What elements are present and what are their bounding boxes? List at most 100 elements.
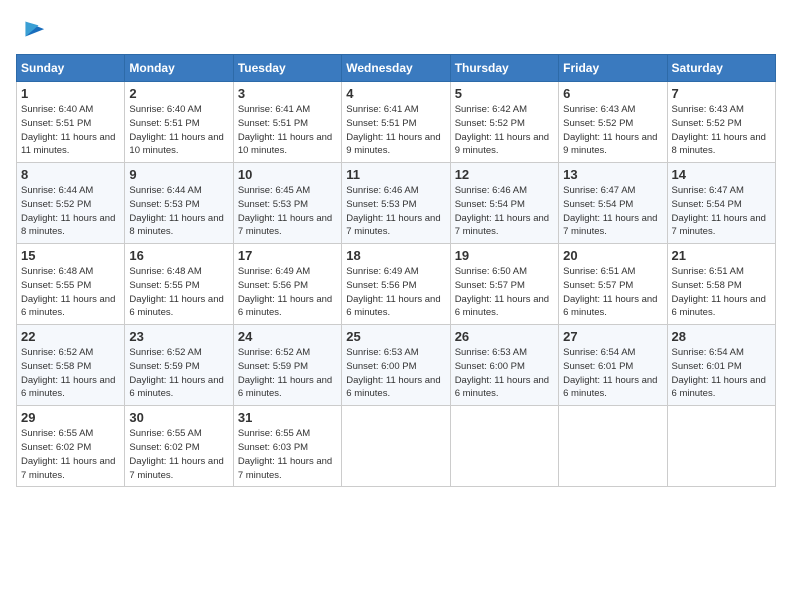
day-number: 15 (21, 248, 120, 263)
day-info: Sunrise: 6:47 AMSunset: 5:54 PMDaylight:… (563, 185, 657, 237)
day-cell: 1 Sunrise: 6:40 AMSunset: 5:51 PMDaylight… (17, 82, 125, 163)
day-info: Sunrise: 6:40 AMSunset: 5:51 PMDaylight:… (129, 104, 223, 156)
week-row-4: 22 Sunrise: 6:52 AMSunset: 5:58 PMDayligh… (17, 325, 776, 406)
day-info: Sunrise: 6:49 AMSunset: 5:56 PMDaylight:… (238, 266, 332, 318)
day-cell: 18 Sunrise: 6:49 AMSunset: 5:56 PMDayligh… (342, 244, 450, 325)
day-number: 27 (563, 329, 662, 344)
day-info: Sunrise: 6:52 AMSunset: 5:59 PMDaylight:… (129, 347, 223, 399)
day-number: 13 (563, 167, 662, 182)
day-cell: 4 Sunrise: 6:41 AMSunset: 5:51 PMDaylight… (342, 82, 450, 163)
day-number: 5 (455, 86, 554, 101)
header (16, 16, 776, 44)
day-cell: 24 Sunrise: 6:52 AMSunset: 5:59 PMDayligh… (233, 325, 341, 406)
day-cell (559, 406, 667, 487)
day-number: 9 (129, 167, 228, 182)
day-number: 2 (129, 86, 228, 101)
day-info: Sunrise: 6:53 AMSunset: 6:00 PMDaylight:… (346, 347, 440, 399)
day-cell: 27 Sunrise: 6:54 AMSunset: 6:01 PMDayligh… (559, 325, 667, 406)
day-number: 16 (129, 248, 228, 263)
day-cell: 10Sunrise: 6:45 AMSunset: 5:53 PMDayligh… (233, 163, 341, 244)
day-number: 11 (346, 167, 445, 182)
header-row: SundayMondayTuesdayWednesdayThursdayFrid… (17, 55, 776, 82)
day-info: Sunrise: 6:54 AMSunset: 6:01 PMDaylight:… (563, 347, 657, 399)
day-info: Sunrise: 6:41 AMSunset: 5:51 PMDaylight:… (346, 104, 440, 156)
day-cell: 7 Sunrise: 6:43 AMSunset: 5:52 PMDaylight… (667, 82, 775, 163)
day-cell: 12Sunrise: 6:46 AMSunset: 5:54 PMDayligh… (450, 163, 558, 244)
week-row-2: 8 Sunrise: 6:44 AMSunset: 5:52 PMDaylight… (17, 163, 776, 244)
col-header-thursday: Thursday (450, 55, 558, 82)
day-cell: 28 Sunrise: 6:54 AMSunset: 6:01 PMDayligh… (667, 325, 775, 406)
week-row-5: 29Sunrise: 6:55 AMSunset: 6:02 PMDayligh… (17, 406, 776, 487)
col-header-sunday: Sunday (17, 55, 125, 82)
day-cell: 13 Sunrise: 6:47 AMSunset: 5:54 PMDayligh… (559, 163, 667, 244)
logo (16, 16, 46, 44)
day-info: Sunrise: 6:40 AMSunset: 5:51 PMDaylight:… (21, 104, 115, 156)
day-number: 17 (238, 248, 337, 263)
day-number: 14 (672, 167, 771, 182)
calendar-table: SundayMondayTuesdayWednesdayThursdayFrid… (16, 54, 776, 487)
day-cell: 21Sunrise: 6:51 AMSunset: 5:58 PMDayligh… (667, 244, 775, 325)
day-info: Sunrise: 6:45 AMSunset: 5:53 PMDaylight:… (238, 185, 332, 237)
day-info: Sunrise: 6:51 AMSunset: 5:57 PMDaylight:… (563, 266, 657, 318)
day-cell (342, 406, 450, 487)
day-info: Sunrise: 6:44 AMSunset: 5:53 PMDaylight:… (129, 185, 223, 237)
day-cell: 22 Sunrise: 6:52 AMSunset: 5:58 PMDayligh… (17, 325, 125, 406)
day-number: 23 (129, 329, 228, 344)
day-cell: 2 Sunrise: 6:40 AMSunset: 5:51 PMDaylight… (125, 82, 233, 163)
day-cell: 31 Sunrise: 6:55 AMSunset: 6:03 PMDayligh… (233, 406, 341, 487)
col-header-tuesday: Tuesday (233, 55, 341, 82)
day-cell: 9 Sunrise: 6:44 AMSunset: 5:53 PMDaylight… (125, 163, 233, 244)
day-info: Sunrise: 6:54 AMSunset: 6:01 PMDaylight:… (672, 347, 766, 399)
day-info: Sunrise: 6:55 AMSunset: 6:03 PMDaylight:… (238, 428, 332, 480)
day-cell: 26Sunrise: 6:53 AMSunset: 6:00 PMDayligh… (450, 325, 558, 406)
day-cell: 25 Sunrise: 6:53 AMSunset: 6:00 PMDayligh… (342, 325, 450, 406)
day-info: Sunrise: 6:50 AMSunset: 5:57 PMDaylight:… (455, 266, 549, 318)
day-cell: 14 Sunrise: 6:47 AMSunset: 5:54 PMDayligh… (667, 163, 775, 244)
logo-icon (18, 16, 46, 44)
day-cell: 15 Sunrise: 6:48 AMSunset: 5:55 PMDayligh… (17, 244, 125, 325)
day-number: 22 (21, 329, 120, 344)
day-number: 19 (455, 248, 554, 263)
day-number: 3 (238, 86, 337, 101)
day-cell: 23 Sunrise: 6:52 AMSunset: 5:59 PMDayligh… (125, 325, 233, 406)
day-number: 8 (21, 167, 120, 182)
day-info: Sunrise: 6:52 AMSunset: 5:59 PMDaylight:… (238, 347, 332, 399)
day-number: 1 (21, 86, 120, 101)
day-info: Sunrise: 6:44 AMSunset: 5:52 PMDaylight:… (21, 185, 115, 237)
day-cell: 29Sunrise: 6:55 AMSunset: 6:02 PMDayligh… (17, 406, 125, 487)
day-cell: 6Sunrise: 6:43 AMSunset: 5:52 PMDaylight… (559, 82, 667, 163)
col-header-saturday: Saturday (667, 55, 775, 82)
day-cell: 5 Sunrise: 6:42 AMSunset: 5:52 PMDaylight… (450, 82, 558, 163)
day-number: 28 (672, 329, 771, 344)
week-row-3: 15 Sunrise: 6:48 AMSunset: 5:55 PMDayligh… (17, 244, 776, 325)
day-info: Sunrise: 6:51 AMSunset: 5:58 PMDaylight:… (672, 266, 766, 318)
day-number: 18 (346, 248, 445, 263)
day-info: Sunrise: 6:49 AMSunset: 5:56 PMDaylight:… (346, 266, 440, 318)
day-number: 30 (129, 410, 228, 425)
day-cell (667, 406, 775, 487)
day-number: 4 (346, 86, 445, 101)
page: SundayMondayTuesdayWednesdayThursdayFrid… (0, 0, 792, 495)
day-info: Sunrise: 6:48 AMSunset: 5:55 PMDaylight:… (21, 266, 115, 318)
day-number: 25 (346, 329, 445, 344)
day-number: 29 (21, 410, 120, 425)
day-cell: 30Sunrise: 6:55 AMSunset: 6:02 PMDayligh… (125, 406, 233, 487)
day-info: Sunrise: 6:43 AMSunset: 5:52 PMDaylight:… (672, 104, 766, 156)
col-header-wednesday: Wednesday (342, 55, 450, 82)
day-number: 26 (455, 329, 554, 344)
day-cell: 17 Sunrise: 6:49 AMSunset: 5:56 PMDayligh… (233, 244, 341, 325)
col-header-friday: Friday (559, 55, 667, 82)
day-info: Sunrise: 6:46 AMSunset: 5:54 PMDaylight:… (455, 185, 549, 237)
day-number: 31 (238, 410, 337, 425)
day-number: 7 (672, 86, 771, 101)
day-cell (450, 406, 558, 487)
day-info: Sunrise: 6:47 AMSunset: 5:54 PMDaylight:… (672, 185, 766, 237)
day-cell: 3 Sunrise: 6:41 AMSunset: 5:51 PMDaylight… (233, 82, 341, 163)
day-info: Sunrise: 6:52 AMSunset: 5:58 PMDaylight:… (21, 347, 115, 399)
day-cell: 16Sunrise: 6:48 AMSunset: 5:55 PMDayligh… (125, 244, 233, 325)
day-info: Sunrise: 6:41 AMSunset: 5:51 PMDaylight:… (238, 104, 332, 156)
day-info: Sunrise: 6:46 AMSunset: 5:53 PMDaylight:… (346, 185, 440, 237)
day-cell: 11 Sunrise: 6:46 AMSunset: 5:53 PMDayligh… (342, 163, 450, 244)
day-info: Sunrise: 6:42 AMSunset: 5:52 PMDaylight:… (455, 104, 549, 156)
day-number: 24 (238, 329, 337, 344)
